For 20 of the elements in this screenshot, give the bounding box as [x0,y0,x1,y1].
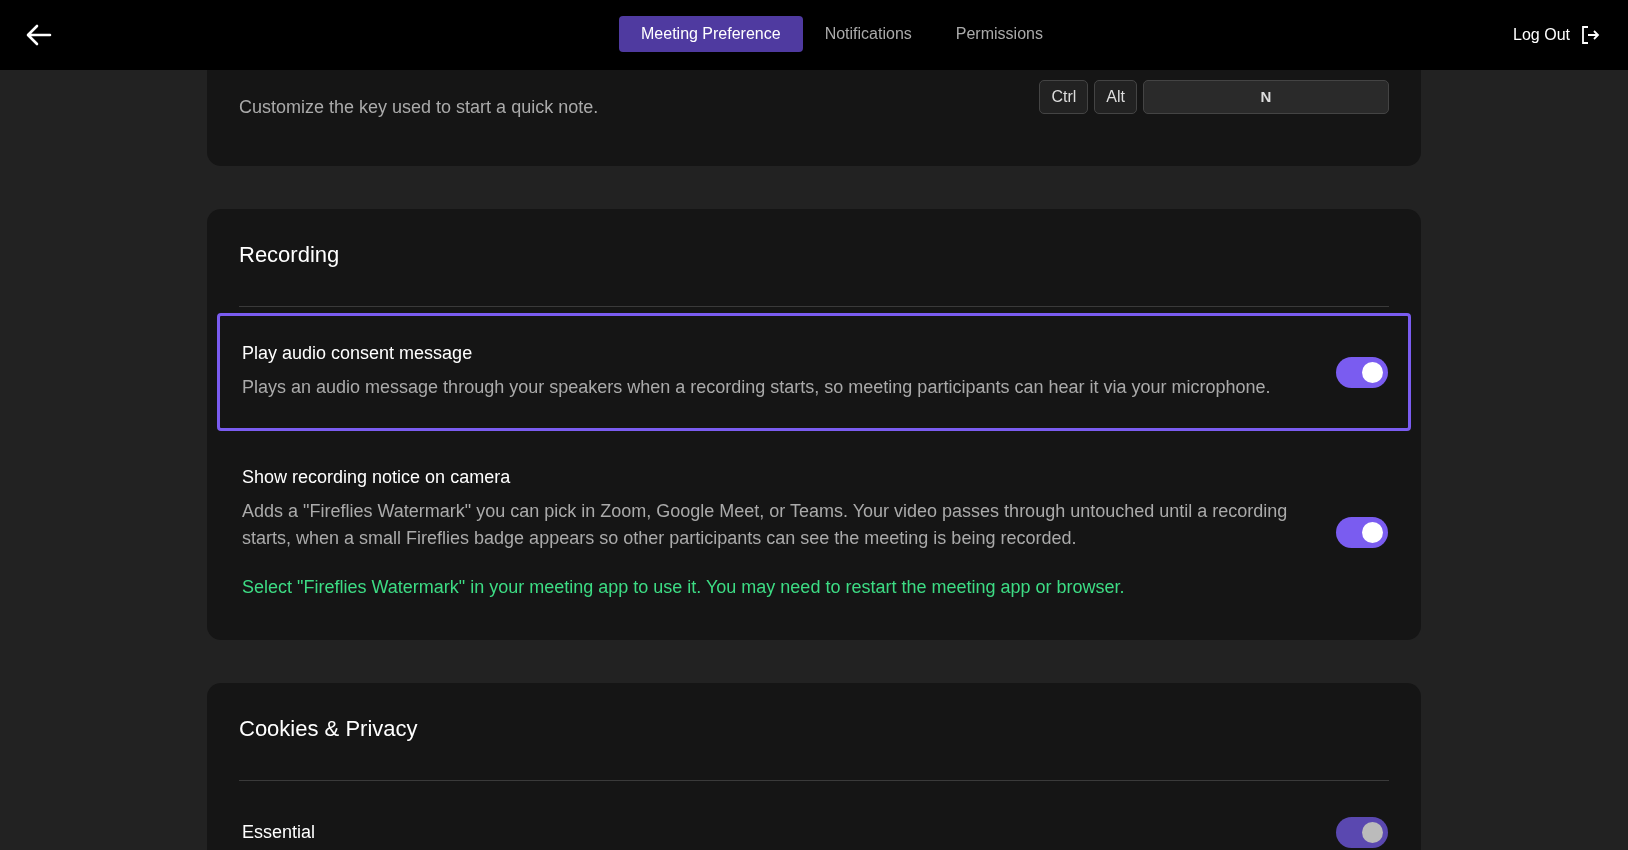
setting-title: Show recording notice on camera [242,467,512,488]
back-arrow-icon[interactable] [26,24,52,46]
logout-icon [1580,25,1600,45]
setting-description: Plays an audio message through your speakers when a recording starts, so meeting participants can hear it via your microphone. [242,376,1272,399]
shortcut-description: Customize the key used to start a quick note. [239,97,599,118]
setting-description: Adds a "Fireflies Watermark" you can pick in Zoom, Google Meet, or Teams. Your video passes through untouched until a recording starts, when a small Fireflies badge appears so other participants can see the meeting is being recorded. [242,500,1289,550]
tab[interactable]: Permissions [933,16,1065,52]
setting-title: Essential [242,822,317,843]
section-title: Recording [239,209,1389,307]
tab[interactable]: Meeting Preference [619,16,803,52]
key-input-field[interactable]: N [1143,79,1389,114]
toggle-switch[interactable] [1336,517,1388,548]
section-title: Cookies & Privacy [239,683,1389,781]
key-cap: Ctrl [1039,79,1089,114]
logout-button[interactable]: Log Out [1507,24,1606,46]
setting-title: Play audio consent message [242,343,474,364]
key-cap: Alt [1094,79,1137,114]
setting-note: Select "Fireflies Watermark" in your meeting app to use it. You may need to restart the meeting app or browser. [242,577,1126,598]
tab[interactable]: Notifications [802,16,934,52]
toggle-switch[interactable] [1336,356,1388,388]
